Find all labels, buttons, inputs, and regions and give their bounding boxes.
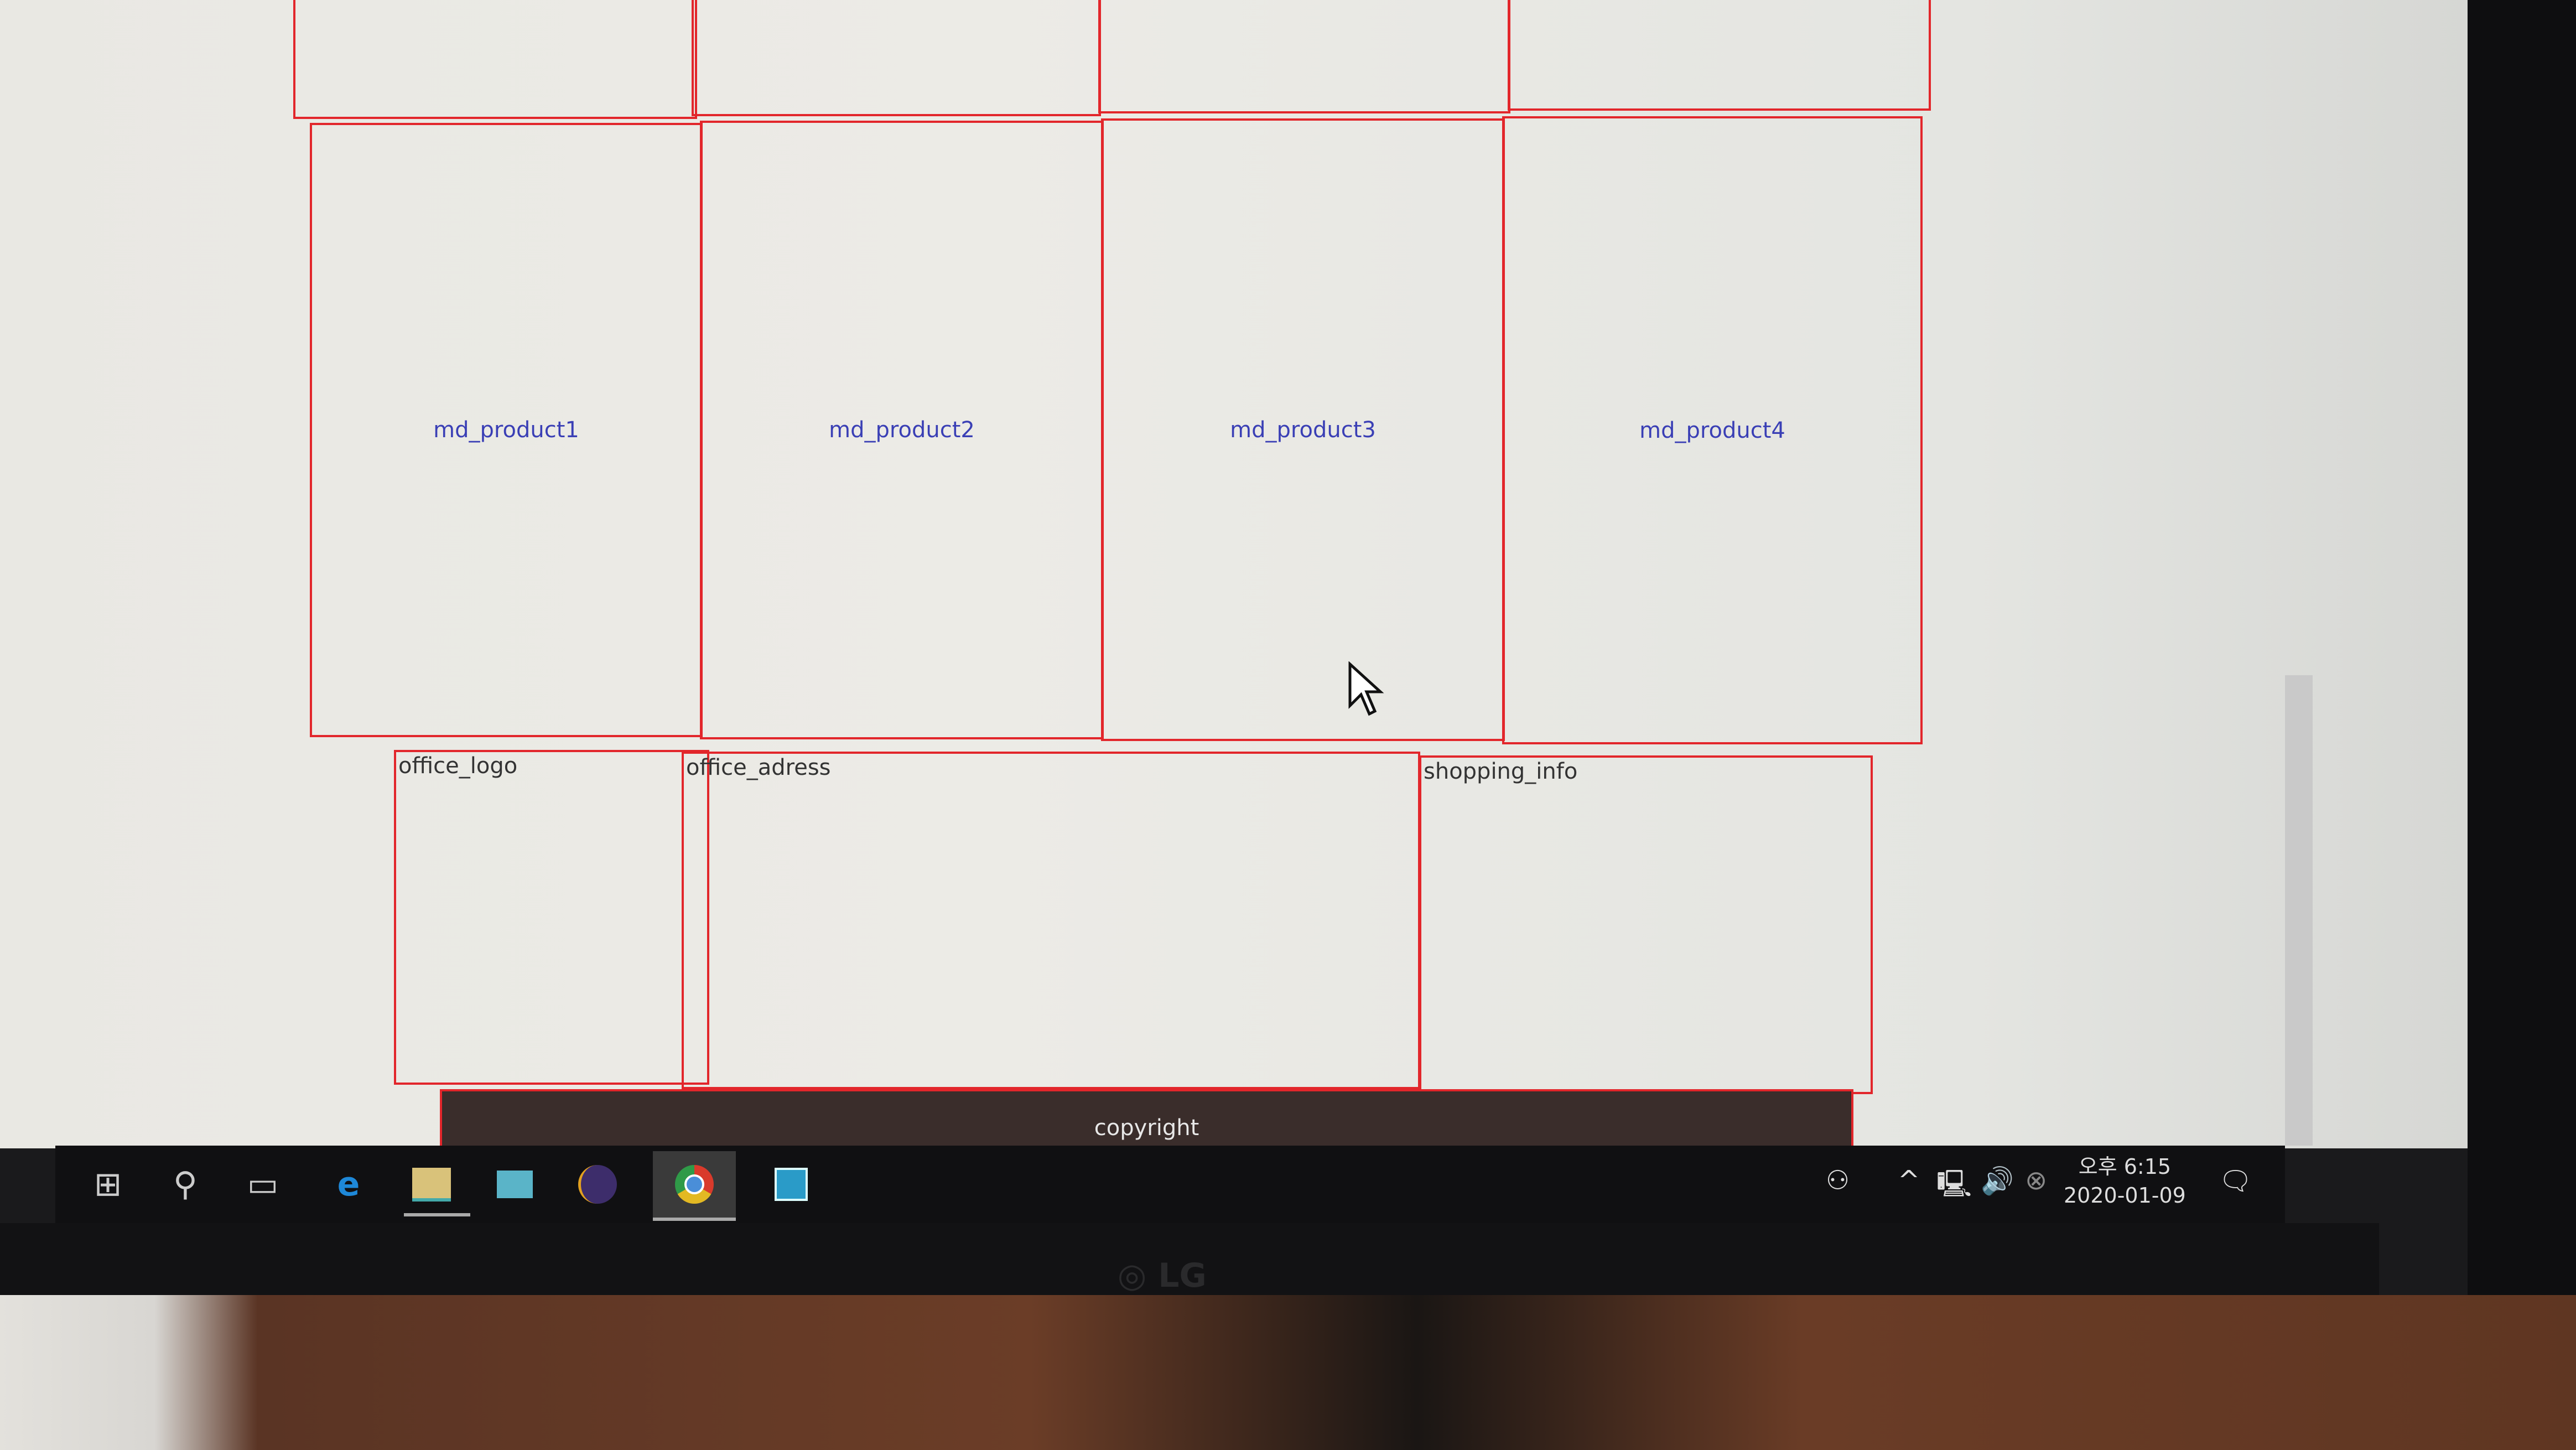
browser-page: md_product1 md_product2 md_product3 md_p…	[0, 0, 2468, 1167]
clock[interactable]: 오후 6:15 2020-01-09	[2064, 1152, 2186, 1210]
md-product-2-label[interactable]: md_product2	[702, 417, 1102, 443]
chrome-icon[interactable]	[653, 1151, 736, 1221]
task-view-icon[interactable]: ▭	[235, 1157, 290, 1212]
desk-background	[0, 1295, 2576, 1450]
copyright-text: copyright	[1094, 1115, 1199, 1141]
clock-date: 2020-01-09	[2064, 1183, 2186, 1208]
md-product-2[interactable]: md_product2	[700, 121, 1104, 739]
volume-icon[interactable]: 🔊	[1981, 1165, 2014, 1197]
search-icon[interactable]: ⚲	[158, 1157, 213, 1212]
md-product-4[interactable]: md_product4	[1502, 116, 1923, 744]
md-product-4-label[interactable]: md_product4	[1504, 418, 1920, 443]
md-product-1[interactable]: md_product1	[310, 123, 703, 737]
top-cell-1	[293, 0, 697, 119]
people-icon[interactable]: ⚇	[1826, 1165, 1850, 1196]
monitor-bezel-right	[2468, 0, 2576, 1295]
top-cell-2	[692, 0, 1101, 116]
office-logo-label: office_logo	[398, 753, 518, 779]
eclipse-icon[interactable]	[570, 1157, 625, 1212]
error-icon[interactable]: ⊗	[2025, 1165, 2047, 1196]
active-indicator	[404, 1213, 470, 1216]
notification-icon[interactable]: 🗨	[2219, 1165, 2252, 1197]
remote-desktop-icon[interactable]	[487, 1157, 542, 1212]
shopping-info-label: shopping_info	[1424, 759, 1578, 784]
app-icon[interactable]	[764, 1157, 819, 1212]
office-logo-box: office_logo	[394, 750, 709, 1085]
file-explorer-icon[interactable]	[404, 1157, 459, 1212]
md-product-3-label[interactable]: md_product3	[1103, 417, 1503, 443]
edge-icon[interactable]: e	[321, 1157, 376, 1212]
scrollbar[interactable]	[2285, 675, 2313, 1146]
office-address-box: office_adress	[682, 752, 1420, 1089]
windows-start-icon[interactable]: ⊞	[80, 1157, 136, 1212]
network-icon[interactable]: 🖳	[1936, 1165, 1972, 1210]
monitor-brand-logo: ◎ LG	[1118, 1256, 1207, 1295]
md-product-1-label[interactable]: md_product1	[312, 417, 700, 443]
office-address-label: office_adress	[686, 755, 831, 780]
chevron-up-icon[interactable]: ^	[1898, 1165, 1920, 1196]
top-cell-4	[1508, 0, 1931, 111]
mouse-cursor-icon	[1348, 661, 1384, 716]
taskbar: ⊞ ⚲ ▭ e ⚇ ^ 🖳 🔊 ⊗ 오후 6:15 2020-01-09 🗨	[55, 1146, 2285, 1223]
md-product-3[interactable]: md_product3	[1101, 118, 1505, 741]
shopping-info-box: shopping_info	[1419, 755, 1873, 1094]
clock-time: 오후 6:15	[2078, 1154, 2172, 1179]
top-cell-3	[1098, 0, 1510, 113]
